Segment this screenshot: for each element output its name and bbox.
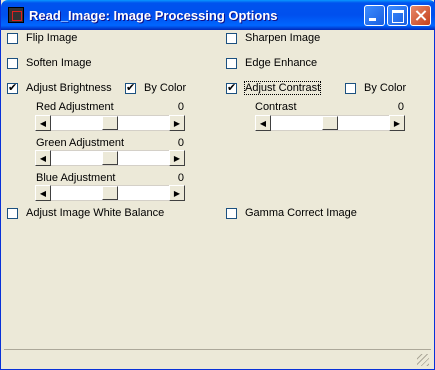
green-adjustment-label: Green Adjustment [36, 137, 125, 149]
sharpen-image-checkbox[interactable]: Sharpen Image [226, 31, 320, 45]
left-arrow-icon[interactable]: ◀ [35, 150, 51, 166]
right-arrow-icon[interactable]: ▶ [169, 150, 185, 166]
blue-adjustment-label: Blue Adjustment [36, 172, 116, 184]
checkbox-box[interactable] [7, 57, 18, 69]
right-arrow-icon[interactable]: ▶ [389, 115, 405, 131]
close-button[interactable] [410, 5, 431, 26]
gamma-correct-checkbox[interactable]: Gamma Correct Image [226, 206, 357, 220]
white-balance-label: Adjust Image White Balance [26, 207, 165, 219]
soften-image-label: Soften Image [26, 57, 92, 69]
red-adjustment-value: 0 [177, 101, 184, 113]
slider-track[interactable] [51, 185, 169, 201]
gamma-correct-label: Gamma Correct Image [245, 207, 357, 219]
slider-thumb[interactable] [102, 151, 118, 165]
slider-thumb[interactable] [322, 116, 338, 130]
dialog-window: Read_Image: Image Processing Options Fli… [0, 0, 435, 370]
checkbox-box[interactable] [226, 32, 237, 44]
adjust-brightness-label: Adjust Brightness [26, 82, 112, 94]
title-bar[interactable]: Read_Image: Image Processing Options [1, 0, 435, 30]
slider-thumb[interactable] [102, 116, 118, 130]
blue-adjustment-slider[interactable]: ◀ ▶ [35, 185, 185, 201]
checkbox-box[interactable] [226, 81, 237, 94]
brightness-by-color-label: By Color [144, 82, 187, 94]
green-adjustment-value: 0 [177, 137, 184, 149]
left-arrow-icon[interactable]: ◀ [255, 115, 271, 131]
adjust-brightness-checkbox[interactable]: Adjust Brightness [7, 81, 112, 95]
contrast-by-color-label: By Color [364, 82, 407, 94]
resize-grip-icon[interactable] [417, 354, 429, 366]
contrast-slider[interactable]: ◀ ▶ [255, 115, 405, 131]
left-arrow-icon[interactable]: ◀ [35, 185, 51, 201]
minimize-button[interactable] [364, 5, 385, 26]
window-title: Read_Image: Image Processing Options [29, 8, 278, 23]
white-balance-checkbox[interactable]: Adjust Image White Balance [7, 206, 164, 220]
left-arrow-icon[interactable]: ◀ [35, 115, 51, 131]
adjust-contrast-label: Adjust Contrast [243, 81, 322, 95]
checkbox-box[interactable] [7, 81, 18, 94]
edge-enhance-label: Edge Enhance [245, 57, 318, 69]
brightness-by-color-checkbox[interactable]: By Color [125, 81, 186, 95]
checkbox-box[interactable] [226, 57, 237, 69]
adjust-contrast-checkbox[interactable]: Adjust Contrast [226, 81, 322, 95]
contrast-value: 0 [397, 101, 404, 113]
status-bar [4, 349, 431, 368]
right-arrow-icon[interactable]: ▶ [169, 185, 185, 201]
contrast-by-color-checkbox[interactable]: By Color [345, 81, 406, 95]
app-icon[interactable] [8, 7, 24, 23]
maximize-button[interactable] [387, 5, 408, 26]
sharpen-image-label: Sharpen Image [245, 32, 321, 44]
green-adjustment-slider[interactable]: ◀ ▶ [35, 150, 185, 166]
checkbox-box[interactable] [7, 32, 18, 44]
red-adjustment-slider[interactable]: ◀ ▶ [35, 115, 185, 131]
blue-adjustment-value: 0 [177, 172, 184, 184]
checkbox-box[interactable] [125, 81, 136, 94]
checkbox-box[interactable] [7, 207, 18, 219]
slider-track[interactable] [51, 115, 169, 131]
contrast-label: Contrast [255, 101, 297, 113]
right-arrow-icon[interactable]: ▶ [169, 115, 185, 131]
edge-enhance-checkbox[interactable]: Edge Enhance [226, 56, 317, 70]
red-adjustment-label: Red Adjustment [36, 101, 114, 113]
checkbox-box[interactable] [345, 82, 356, 94]
flip-image-checkbox[interactable]: Flip Image [7, 31, 77, 45]
slider-track[interactable] [271, 115, 389, 131]
checkbox-box[interactable] [226, 207, 237, 219]
slider-thumb[interactable] [102, 186, 118, 200]
flip-image-label: Flip Image [26, 32, 78, 44]
soften-image-checkbox[interactable]: Soften Image [7, 56, 91, 70]
slider-track[interactable] [51, 150, 169, 166]
